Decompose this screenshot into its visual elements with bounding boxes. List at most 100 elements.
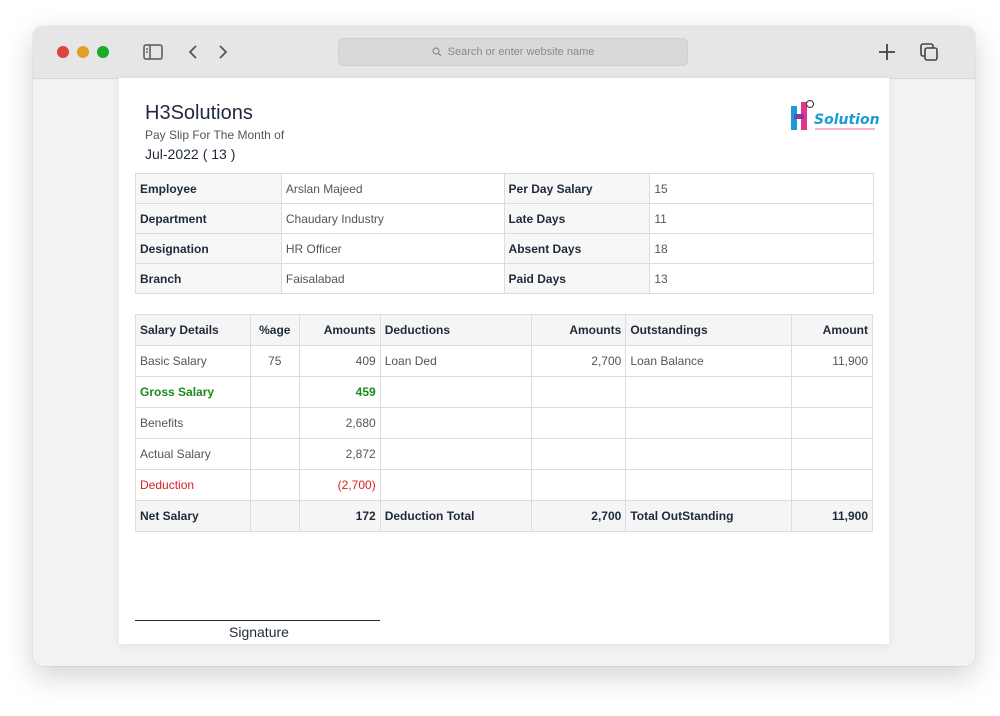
info-value: 13 <box>649 263 874 294</box>
browser-window: Search or enter website name H3Solutions… <box>33 26 975 666</box>
salary-cell: 2,680 <box>298 407 381 439</box>
info-row: Employee Arslan Majeed Per Day Salary 15 <box>135 173 874 204</box>
salary-total-cell: 2,700 <box>531 500 627 532</box>
salary-cell <box>625 407 793 439</box>
salary-cell <box>791 469 873 501</box>
info-value: Chaudary Industry <box>280 203 505 234</box>
salary-row: Benefits 2,680 <box>135 407 873 439</box>
info-value: 11 <box>649 203 874 234</box>
info-label: Paid Days <box>503 263 651 294</box>
salary-table: Salary Details %age Amounts Deductions Amoun… <box>135 314 873 532</box>
info-row: Branch Faisalabad Paid Days 13 <box>135 263 874 294</box>
tabs-icon[interactable] <box>917 40 941 64</box>
salary-cell: 75 <box>249 345 300 377</box>
salary-cell: 11,900 <box>791 345 873 377</box>
signature-line <box>135 620 380 621</box>
paid-days-paren: ( 13 ) <box>202 146 236 162</box>
salary-cell <box>249 469 300 501</box>
salary-cell <box>379 407 533 439</box>
info-label: Branch <box>135 263 282 294</box>
salary-cell <box>249 376 300 408</box>
payslip-month: Jul-2022 <box>145 146 199 162</box>
browser-toolbar: Search or enter website name <box>33 26 975 79</box>
info-value: 15 <box>649 173 874 204</box>
employee-info-table: Employee Arslan Majeed Per Day Salary 15 Dep… <box>135 173 874 294</box>
salary-cell: Gross Salary <box>135 376 251 408</box>
salary-cell <box>791 376 873 408</box>
maximize-window-button[interactable] <box>97 46 109 58</box>
salary-header: Outstandings <box>625 314 793 346</box>
company-logo: Solutions <box>789 96 888 136</box>
salary-cell <box>625 438 793 470</box>
salary-total-cell: 11,900 <box>791 500 873 532</box>
salary-cell <box>249 438 300 470</box>
salary-row: Deduction (2,700) <box>135 469 873 501</box>
payslip-subtitle: Pay Slip For The Month of <box>145 128 285 142</box>
salary-cell <box>379 469 533 501</box>
salary-cell <box>531 469 627 501</box>
salary-cell: (2,700) <box>298 469 381 501</box>
salary-cell <box>791 438 873 470</box>
salary-cell <box>379 438 533 470</box>
salary-cell: Actual Salary <box>135 438 251 470</box>
salary-header: Amount <box>791 314 873 346</box>
salary-row: Basic Salary 75 409 Loan Ded 2,700 Loan Balan… <box>135 345 873 377</box>
salary-total-cell <box>249 500 300 532</box>
salary-row: Actual Salary 2,872 <box>135 438 873 470</box>
salary-cell <box>531 407 627 439</box>
salary-cell <box>531 438 627 470</box>
salary-cell <box>625 469 793 501</box>
salary-cell <box>379 376 533 408</box>
salary-cell: Basic Salary <box>135 345 251 377</box>
salary-cell <box>791 407 873 439</box>
salary-header: Amounts <box>298 314 381 346</box>
salary-cell: Deduction <box>135 469 251 501</box>
info-label: Absent Days <box>503 233 651 264</box>
payslip-page: H3Solutions Pay Slip For The Month of Ju… <box>119 78 889 644</box>
salary-total-cell: Total OutStanding <box>625 500 793 532</box>
info-value: 18 <box>649 233 874 264</box>
info-label: Employee <box>135 173 282 204</box>
company-name: H3Solutions <box>145 102 253 124</box>
salary-cell <box>531 376 627 408</box>
salary-cell: Loan Balance <box>625 345 793 377</box>
new-tab-icon[interactable] <box>875 40 899 64</box>
info-label: Per Day Salary <box>503 173 651 204</box>
salary-cell: 459 <box>298 376 381 408</box>
salary-total-row: Net Salary 172 Deduction Total 2,700 Total O… <box>135 500 873 532</box>
forward-icon[interactable] <box>213 40 233 64</box>
info-value: HR Officer <box>280 233 505 264</box>
minimize-window-button[interactable] <box>77 46 89 58</box>
info-value: Arslan Majeed <box>280 173 505 204</box>
close-window-button[interactable] <box>57 46 69 58</box>
signature-label: Signature <box>229 624 289 640</box>
address-placeholder: Search or enter website name <box>447 46 595 58</box>
info-row: Department Chaudary Industry Late Days 11 <box>135 203 874 234</box>
salary-header: Salary Details <box>135 314 251 346</box>
salary-cell: Benefits <box>135 407 251 439</box>
salary-header: Deductions <box>379 314 533 346</box>
salary-header: %age <box>249 314 300 346</box>
info-value: Faisalabad <box>280 263 505 294</box>
payslip-period: Jul-2022( 13 ) <box>145 146 239 162</box>
salary-total-cell: Deduction Total <box>379 500 533 532</box>
salary-total-cell: Net Salary <box>135 500 251 532</box>
salary-cell <box>625 376 793 408</box>
logo-text: Solutions <box>814 112 879 128</box>
address-bar[interactable]: Search or enter website name <box>338 38 688 66</box>
info-row: Designation HR Officer Absent Days 18 <box>135 233 874 264</box>
salary-cell: 2,700 <box>531 345 627 377</box>
salary-header: Amounts <box>531 314 627 346</box>
salary-cell: 2,872 <box>298 438 381 470</box>
info-label: Department <box>135 203 282 234</box>
search-icon <box>432 47 442 57</box>
sidebar-icon[interactable] <box>141 40 165 64</box>
salary-cell: 409 <box>298 345 381 377</box>
salary-cell <box>249 407 300 439</box>
salary-cell: Loan Ded <box>379 345 533 377</box>
salary-total-cell: 172 <box>298 500 381 532</box>
info-label: Late Days <box>503 203 651 234</box>
info-label: Designation <box>135 233 282 264</box>
back-icon[interactable] <box>183 40 203 64</box>
salary-row: Gross Salary 459 <box>135 376 873 408</box>
